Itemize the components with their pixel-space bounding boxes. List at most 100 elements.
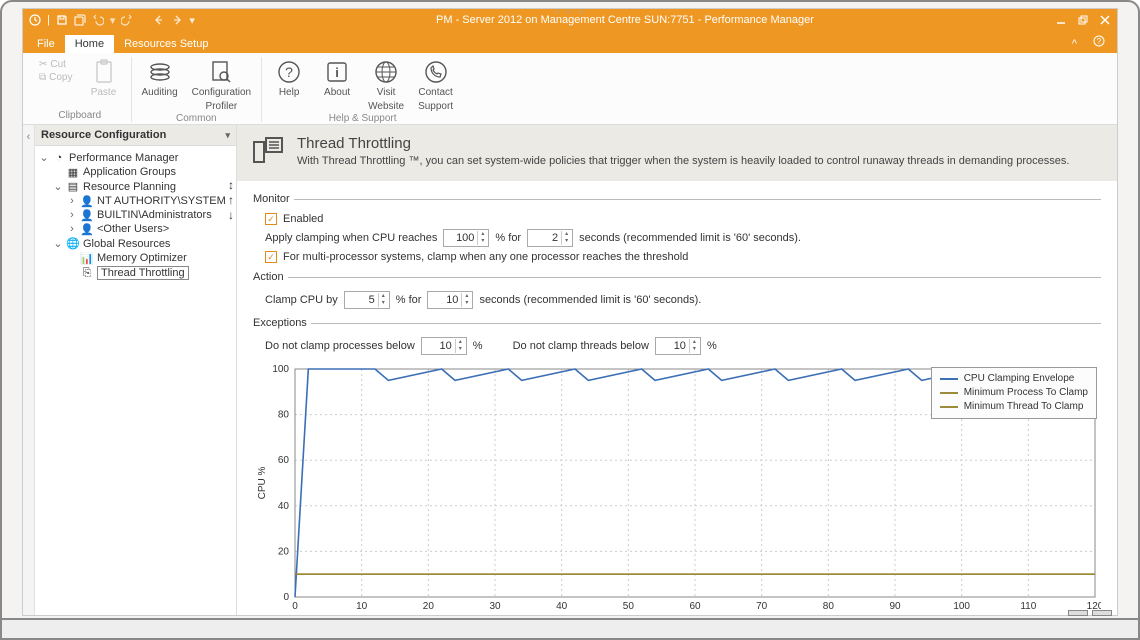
page-title: Thread Throttling xyxy=(297,135,1069,152)
clamp-label-mid: % for xyxy=(396,294,422,306)
tree-nt-system[interactable]: ›👤NT AUTHORITY\SYSTEM xyxy=(39,194,232,208)
exceptions-legend: Exceptions xyxy=(253,317,311,329)
paste-button[interactable]: Paste xyxy=(87,59,121,99)
tab-home[interactable]: Home xyxy=(65,35,114,53)
tree-thread-throttling[interactable]: ⎘Thread Throttling xyxy=(39,265,232,281)
nav-tree: ↕↑↓ ⌄◔Performance Manager ▦Application G… xyxy=(35,146,236,615)
svg-text:?: ? xyxy=(285,64,293,80)
copy-button[interactable]: ⧉Copy xyxy=(39,72,73,83)
menubar: File Home Resources Setup ^ ? xyxy=(23,31,1117,53)
visit-website-button[interactable]: Visit Website xyxy=(368,59,404,113)
tree-other-users[interactable]: ›👤<Other Users> xyxy=(39,222,232,236)
svg-text:60: 60 xyxy=(689,601,701,612)
tab-file[interactable]: File xyxy=(27,35,65,53)
close-button[interactable] xyxy=(1099,14,1111,26)
minimize-button[interactable] xyxy=(1055,14,1067,26)
content-pane: Thread Throttling With Thread Throttling… xyxy=(237,125,1117,615)
exc-thr-input[interactable]: 10▴▾ xyxy=(655,337,701,355)
undo-icon[interactable] xyxy=(92,14,104,26)
svg-text:80: 80 xyxy=(278,410,290,421)
page-description: With Thread Throttling ™, you can set sy… xyxy=(297,154,1069,168)
clamp-pct-input[interactable]: 5▴▾ xyxy=(344,291,390,309)
tree-memory-optimizer[interactable]: 📊Memory Optimizer xyxy=(39,251,232,265)
ribbon-group-help: ? Help i About Visit Website Contact xyxy=(262,57,463,122)
sidebar: Resource Configuration ▾ ↕↑↓ ⌄◔Performan… xyxy=(35,125,237,615)
svg-text:0: 0 xyxy=(292,601,298,612)
about-button[interactable]: i About xyxy=(320,59,354,99)
exceptions-fieldset: Exceptions Do not clamp processes below … xyxy=(253,317,1101,357)
tab-resources-setup[interactable]: Resources Setup xyxy=(114,35,218,53)
contact-support-button[interactable]: Contact Support xyxy=(418,59,453,113)
svg-text:100: 100 xyxy=(953,601,970,612)
phone-icon xyxy=(423,59,449,85)
planning-icon: ▤ xyxy=(67,181,79,193)
auditing-button[interactable]: Auditing xyxy=(142,59,178,99)
app-window: | ▾ ▾ PM - Server 2012 on Management Cen… xyxy=(22,8,1118,616)
left-collapse-strip[interactable]: ‹ xyxy=(23,125,35,615)
ribbon-group-label: Help & Support xyxy=(329,113,397,125)
stack-icon xyxy=(147,59,173,85)
svg-text:120: 120 xyxy=(1087,601,1101,612)
help-button[interactable]: ? Help xyxy=(272,59,306,99)
svg-text:40: 40 xyxy=(278,501,290,512)
tree-root[interactable]: ⌄◔Performance Manager xyxy=(39,150,232,165)
chevron-down-icon[interactable]: ▾ xyxy=(225,130,230,141)
apply-clamp-label-mid: % for xyxy=(495,232,521,244)
config-profiler-button[interactable]: Configuration Profiler xyxy=(192,59,251,113)
ribbon-group-label: Clipboard xyxy=(58,110,101,122)
info-icon: i xyxy=(324,59,350,85)
question-icon: ? xyxy=(276,59,302,85)
user-icon: 👤 xyxy=(81,195,93,207)
user-icon: 👤 xyxy=(81,209,93,221)
enabled-label: Enabled xyxy=(283,213,323,225)
chart-legend: CPU Clamping EnvelopeMinimum Process To … xyxy=(931,367,1097,419)
forward-icon[interactable] xyxy=(171,14,183,26)
laptop-hinge-dots: ○ ○ ○ xyxy=(554,6,585,16)
scissors-icon: ✂ xyxy=(39,59,47,70)
svg-text:0: 0 xyxy=(283,592,289,603)
back-icon[interactable] xyxy=(153,14,165,26)
cpu-threshold-input[interactable]: 100▴▾ xyxy=(443,229,489,247)
help-icon[interactable]: ? xyxy=(1085,32,1113,53)
user-icon: 👤 xyxy=(81,223,93,235)
throttle-large-icon xyxy=(251,135,285,169)
clamp-sec-input[interactable]: 10▴▾ xyxy=(427,291,473,309)
svg-text:30: 30 xyxy=(489,601,501,612)
tree-reorder-arrows[interactable]: ↕↑↓ xyxy=(228,178,234,222)
svg-text:100: 100 xyxy=(272,364,289,375)
action-fieldset: Action Clamp CPU by 5▴▾ % for 10▴▾ secon… xyxy=(253,271,1101,311)
restore-button[interactable] xyxy=(1077,14,1089,26)
action-legend: Action xyxy=(253,271,288,283)
cut-button[interactable]: ✂Cut xyxy=(39,59,73,70)
exc-proc-label: Do not clamp processes below xyxy=(265,340,415,352)
apply-clamp-label-pre: Apply clamping when CPU reaches xyxy=(265,232,437,244)
svg-text:110: 110 xyxy=(1020,601,1036,612)
ribbon-group-common: Auditing Configuration Profiler Common xyxy=(132,57,263,122)
globe-icon: 🌐 xyxy=(67,238,79,250)
svg-text:90: 90 xyxy=(889,601,901,612)
clamp-label-post: seconds (recommended limit is '60' secon… xyxy=(479,294,701,306)
tree-global-resources[interactable]: ⌄🌐Global Resources xyxy=(39,236,232,251)
enabled-checkbox[interactable]: ✓ xyxy=(265,213,277,225)
cpu-seconds-input[interactable]: 2▴▾ xyxy=(527,229,573,247)
svg-text:80: 80 xyxy=(823,601,835,612)
redo-icon[interactable] xyxy=(121,14,133,26)
svg-text:50: 50 xyxy=(623,601,635,612)
multiproc-checkbox[interactable]: ✓ xyxy=(265,251,277,263)
save-all-icon[interactable] xyxy=(74,14,86,26)
tree-builtin-admin[interactable]: ›👤BUILTIN\Administrators xyxy=(39,208,232,222)
tree-resource-planning[interactable]: ⌄▤Resource Planning xyxy=(39,179,232,194)
exc-thr-pct: % xyxy=(707,340,717,352)
exc-thr-label: Do not clamp threads below xyxy=(513,340,649,352)
exc-proc-input[interactable]: 10▴▾ xyxy=(421,337,467,355)
ribbon-collapse-icon[interactable]: ^ xyxy=(1064,35,1085,53)
clock-icon[interactable] xyxy=(29,14,41,26)
svg-text:60: 60 xyxy=(278,455,290,466)
description-header: Thread Throttling With Thread Throttling… xyxy=(237,125,1117,181)
tree-app-groups[interactable]: ▦Application Groups xyxy=(39,165,232,179)
monitor-legend: Monitor xyxy=(253,193,294,205)
svg-text:CPU %: CPU % xyxy=(257,467,268,500)
save-icon[interactable] xyxy=(56,14,68,26)
chart: 0204060801000102030405060708090100110120… xyxy=(253,363,1101,615)
copy-icon: ⧉ xyxy=(39,72,46,83)
